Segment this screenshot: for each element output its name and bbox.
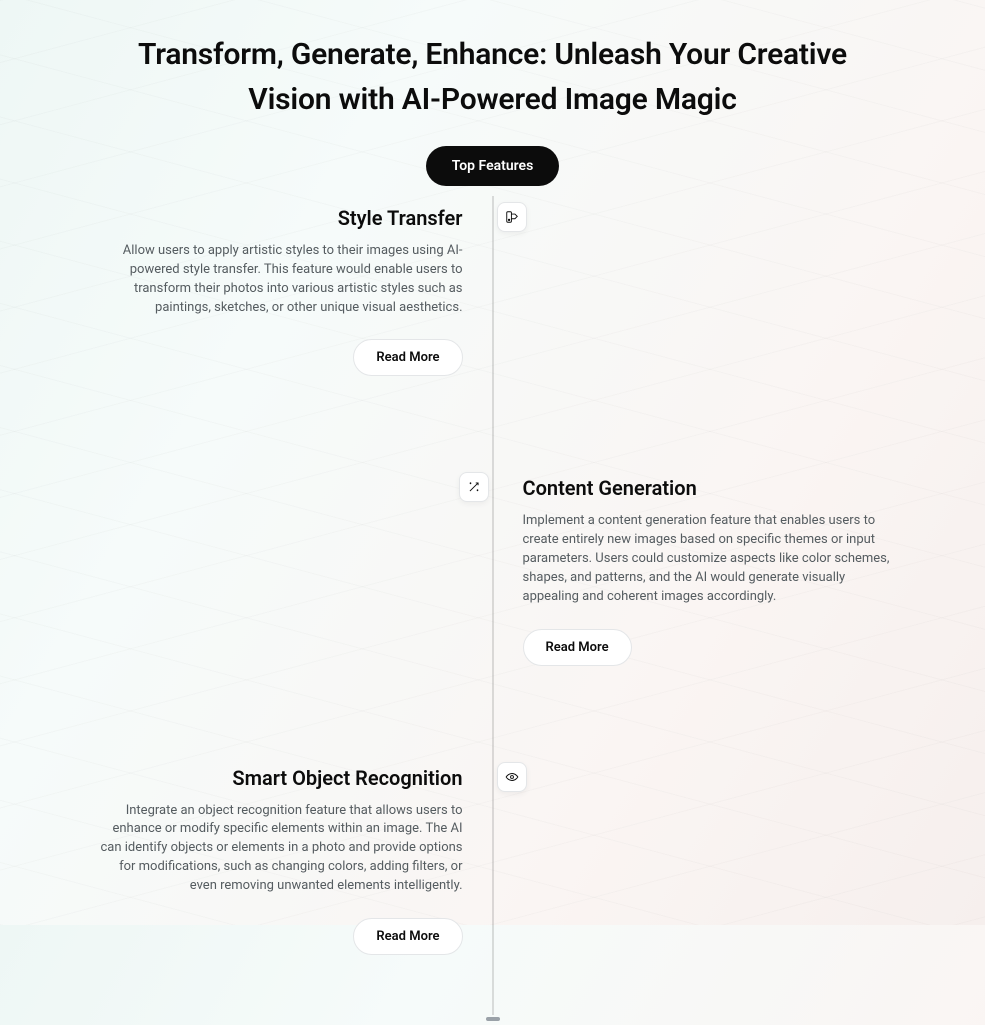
feature-title: Style Transfer (90, 206, 463, 230)
feature-title: Content Generation (523, 476, 896, 500)
eye-icon (497, 762, 527, 792)
read-more-button[interactable]: Read More (353, 918, 462, 955)
read-more-button[interactable]: Read More (523, 629, 632, 666)
feature-description: Implement a content generation feature t… (523, 512, 896, 606)
feature-smart-object-recognition: Smart Object Recognition Integrate an ob… (0, 756, 985, 995)
feature-style-transfer: Style Transfer Allow users to apply arti… (0, 196, 985, 416)
top-features-badge: Top Features (426, 146, 560, 186)
page-title: Transform, Generate, Enhance: Unleash Yo… (0, 0, 985, 122)
palette-icon (497, 202, 527, 232)
features-timeline: Style Transfer Allow users to apply arti… (0, 196, 985, 1025)
feature-description: Integrate an object recognition feature … (90, 802, 463, 896)
magic-wand-icon (459, 472, 489, 502)
feature-title: Smart Object Recognition (90, 766, 463, 790)
feature-description: Allow users to apply artistic styles to … (90, 242, 463, 317)
read-more-button[interactable]: Read More (353, 339, 462, 376)
feature-content-generation: Content Generation Implement a content g… (0, 466, 985, 705)
